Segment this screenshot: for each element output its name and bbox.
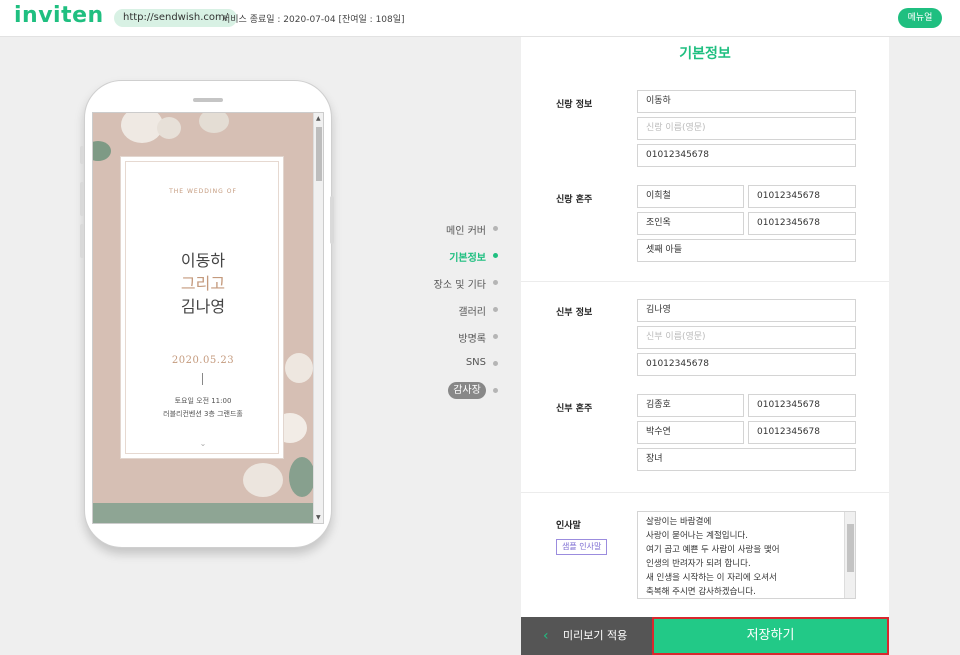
greeting-line: 새 인생을 시작하는 이 자리에 오셔서 (646, 573, 777, 583)
bride-name-en-input[interactable]: 신부 이름(영문) (637, 326, 856, 349)
bride-name-text: 김나영 (180, 297, 226, 316)
greeting-line: 축복해 주시면 감사하겠습니다. (646, 587, 756, 597)
date-divider-line (202, 373, 203, 385)
invitation-card-frame: THE WEDDING OF 이동하 그리고 김나영 2020.05.23 토요… (125, 161, 279, 454)
greeting-line: 여기 곱고 예쁜 두 사람이 사랑을 맺어 (646, 545, 780, 555)
nav-dot[interactable] (493, 388, 498, 393)
nav-guestbook[interactable]: 방명록 (386, 330, 486, 345)
wedding-place-text: 러블리컨벤션 3층 그랜드홀 (163, 410, 243, 418)
save-button[interactable]: 저장하기 (652, 617, 889, 655)
section-divider (521, 281, 889, 282)
groom-mother-name-input[interactable]: 조인옥 (637, 212, 744, 235)
greeting-textarea[interactable]: 살랑이는 바람결에 사랑이 묻어나는 계절입니다. 여기 곱고 예쁜 두 사람이… (637, 511, 856, 599)
chevron-left-icon: ‹ (543, 628, 549, 644)
groom-name-input[interactable]: 이동하 (637, 90, 856, 113)
nav-dot[interactable] (493, 280, 498, 285)
scroll-down-icon[interactable]: ▼ (316, 514, 321, 521)
nav-venue-etc[interactable]: 장소 및 기타 (386, 276, 486, 291)
flower-decoration (157, 117, 181, 139)
bride-phone-input[interactable]: 01012345678 (637, 353, 856, 376)
groom-father-name-input[interactable]: 이희철 (637, 185, 744, 208)
phone-side-button (80, 182, 84, 216)
phone-side-button (80, 224, 84, 258)
greeting-scrollbar[interactable] (844, 512, 855, 598)
preview-scrollbar[interactable]: ▲ ▼ (313, 113, 323, 523)
flower-decoration (199, 113, 229, 133)
groom-info-label: 신랑 정보 (556, 100, 593, 110)
apply-preview-label: 미리보기 적용 (563, 629, 628, 642)
bride-father-name-input[interactable]: 김종호 (637, 394, 744, 417)
apply-preview-button[interactable]: ‹ 미리보기 적용 (521, 617, 652, 655)
service-expiry-info: 서비스 종료일 : 2020-07-04 [잔여일 : 108일] (222, 15, 405, 25)
manual-button[interactable]: 메뉴얼 (898, 8, 942, 28)
nav-dot[interactable] (493, 334, 498, 339)
phone-preview: THE WEDDING OF 이동하 그리고 김나영 2020.05.23 토요… (84, 80, 332, 548)
greeting-line: 사랑이 묻어나는 계절입니다. (646, 531, 748, 541)
groom-phone-input[interactable]: 01012345678 (637, 144, 856, 167)
wedding-date-text: 2020.05.23 (171, 355, 235, 366)
bride-name-input[interactable]: 김나영 (637, 299, 856, 322)
groom-mother-phone-input[interactable]: 01012345678 (748, 212, 856, 235)
bride-father-phone-input[interactable]: 01012345678 (748, 394, 856, 417)
groom-father-phone-input[interactable]: 01012345678 (748, 185, 856, 208)
greeting-scroll-thumb[interactable] (847, 524, 854, 572)
greeting-line: 인생의 반려자가 되려 합니다. (646, 559, 751, 569)
flower-decoration (243, 463, 283, 497)
wedding-of-text: THE WEDDING OF (169, 188, 237, 195)
nav-dot[interactable] (493, 361, 498, 366)
wedding-time-text: 토요일 오전 11:00 (174, 397, 232, 405)
flower-decoration (285, 353, 313, 383)
flower-decoration (93, 141, 111, 161)
nav-dot[interactable] (493, 307, 498, 312)
top-bar: inviten http://sendwish.com/ 서비스 종료일 : 2… (0, 0, 960, 37)
nav-basic-info[interactable]: 기본정보 (386, 249, 486, 264)
form-title: 기본정보 (679, 46, 731, 62)
bride-info-label: 신부 정보 (556, 308, 593, 318)
preview-bottom-band (93, 503, 323, 523)
invitation-preview-screen[interactable]: THE WEDDING OF 이동하 그리고 김나영 2020.05.23 토요… (92, 112, 324, 524)
groom-name-text: 이동하 (180, 251, 226, 270)
and-text: 그리고 (180, 274, 226, 293)
nav-thanks-card[interactable]: 감사장 (448, 382, 486, 399)
nav-dot[interactable] (493, 226, 498, 231)
groom-name-en-input[interactable]: 신랑 이름(영문) (637, 117, 856, 140)
greeting-line: 살랑이는 바람결에 (646, 517, 712, 527)
app-logo[interactable]: inviten (14, 3, 104, 28)
nav-gallery[interactable]: 갤러리 (386, 303, 486, 318)
phone-side-button (330, 196, 334, 244)
sample-greeting-button[interactable]: 샘플 인사말 (556, 539, 608, 555)
greeting-label: 인사말 (556, 521, 581, 531)
site-url-link[interactable]: http://sendwish.com/ (114, 9, 238, 27)
phone-speaker (193, 98, 223, 102)
groom-relation-input[interactable]: 셋째 아들 (637, 239, 856, 262)
nav-dot-active[interactable] (493, 253, 498, 258)
preview-scroll-thumb[interactable] (316, 127, 322, 181)
bride-mother-phone-input[interactable]: 01012345678 (748, 421, 856, 444)
flower-decoration (289, 457, 315, 497)
nav-main-cover[interactable]: 메인 커버 (386, 222, 486, 237)
bride-relation-input[interactable]: 장녀 (637, 448, 856, 471)
chevron-down-icon: ⌄ (199, 439, 207, 448)
nav-sns[interactable]: SNS (386, 357, 486, 368)
section-divider (521, 492, 889, 493)
invitation-card: THE WEDDING OF 이동하 그리고 김나영 2020.05.23 토요… (120, 156, 284, 459)
scroll-up-icon[interactable]: ▲ (316, 115, 321, 122)
bride-parents-label: 신부 혼주 (556, 404, 593, 414)
bride-mother-name-input[interactable]: 박수연 (637, 421, 744, 444)
phone-side-button (80, 146, 84, 164)
basic-info-form-panel: 기본정보 신랑 정보 이동하 신랑 이름(영문) 01012345678 신랑 … (521, 37, 889, 617)
groom-parents-label: 신랑 혼주 (556, 195, 593, 205)
